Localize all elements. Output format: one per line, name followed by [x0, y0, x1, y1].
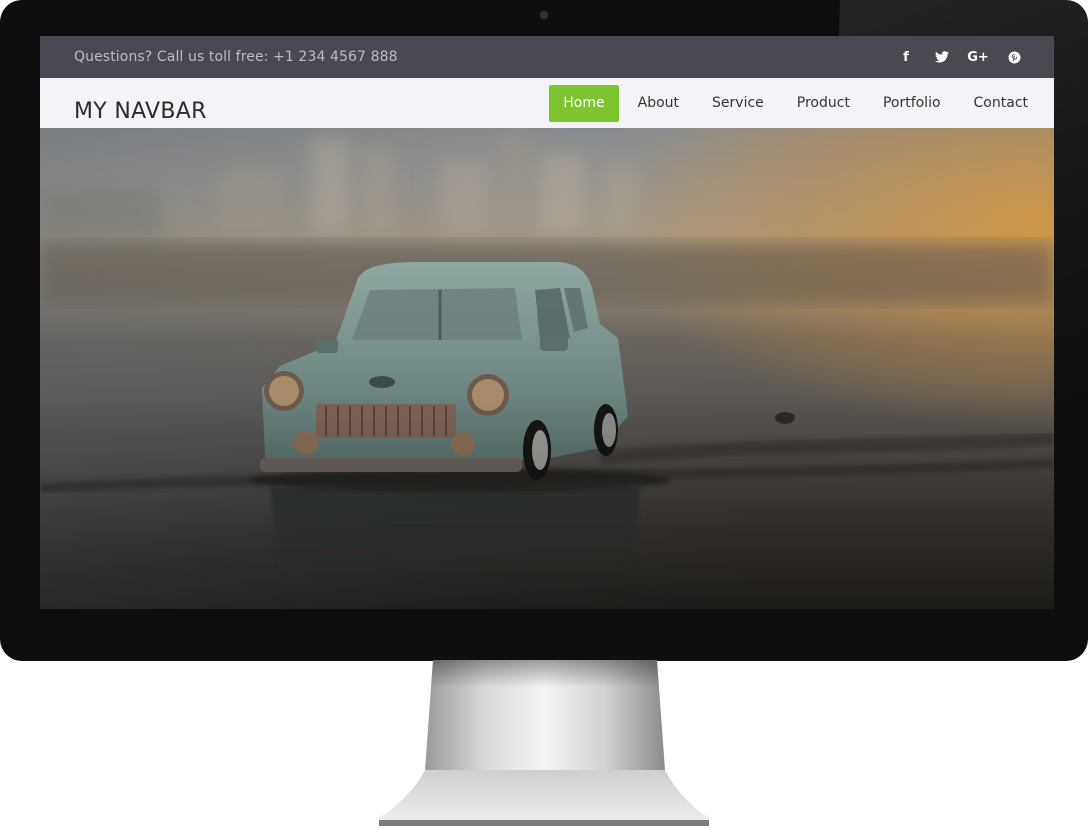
contact-phone-text: Questions? Call us toll free: +1 234 456…: [74, 49, 398, 65]
brand-logo-text[interactable]: MY NAVBAR: [74, 99, 207, 124]
main-navbar: MY NAVBAR Home About Service Product Por…: [40, 78, 1054, 128]
nav-menu: Home About Service Product Portfolio Con…: [544, 84, 1042, 122]
website-screen: Questions? Call us toll free: +1 234 456…: [40, 36, 1054, 609]
google-plus-icon[interactable]: G+: [960, 36, 996, 78]
facebook-icon[interactable]: f: [888, 36, 924, 78]
pinterest-icon[interactable]: [996, 36, 1032, 78]
nav-item-home[interactable]: Home: [549, 84, 619, 122]
twitter-icon[interactable]: [924, 36, 960, 78]
nav-item-service[interactable]: Service: [698, 85, 778, 122]
nav-item-contact[interactable]: Contact: [960, 85, 1042, 122]
hero-image: [40, 128, 1054, 609]
webcam: [540, 11, 548, 19]
social-links: f G+: [888, 36, 1032, 78]
top-info-bar: Questions? Call us toll free: +1 234 456…: [40, 36, 1054, 78]
monitor-stand: [379, 660, 709, 826]
nav-item-about[interactable]: About: [624, 85, 693, 122]
nav-item-portfolio[interactable]: Portfolio: [869, 85, 955, 122]
nav-item-product[interactable]: Product: [783, 85, 864, 122]
monitor-bezel: Questions? Call us toll free: +1 234 456…: [0, 0, 1088, 661]
